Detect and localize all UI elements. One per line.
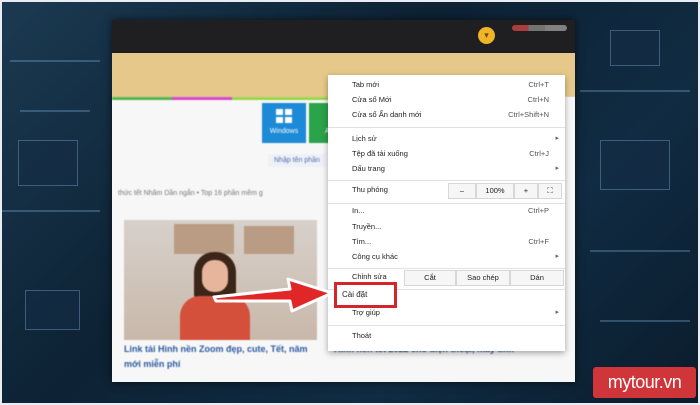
submenu-arrow-icon: ▸ [555, 165, 559, 172]
menu-item-label: Lịch sử [352, 134, 377, 143]
menu-item-print[interactable]: In... Ctrl+P [328, 204, 565, 218]
menu-item-label: Tab mới [352, 80, 380, 89]
color-strip [232, 97, 332, 100]
zoom-label: Thu phóng [352, 185, 388, 194]
category-link[interactable]: Nhập tên phần [268, 154, 326, 167]
menu-shortcut: Ctrl+N [527, 95, 549, 104]
settings-label: Cài đặt [342, 290, 368, 299]
menu-item-label: Cửa sổ Ẩn danh mới [352, 110, 422, 119]
menu-item-label: Cửa sổ Mới [352, 95, 392, 104]
menu-item-label: Công cụ khác [352, 252, 398, 261]
menu-divider [328, 325, 565, 326]
windows-logo-icon [276, 109, 292, 123]
menu-item-new-window[interactable]: Cửa sổ Mới Ctrl+N [328, 93, 565, 107]
submenu-arrow-icon: ▸ [555, 253, 559, 260]
browser-titlebar [112, 20, 575, 53]
color-strip [172, 97, 232, 100]
menu-item-label: In... [352, 206, 365, 215]
menu-item-help[interactable]: Trợ giúp ▸ [328, 306, 565, 320]
menu-item-exit[interactable]: Thoát [328, 329, 565, 343]
menu-item-label: Trợ giúp [352, 308, 380, 317]
menu-shortcut: Ctrl+F [528, 237, 549, 246]
menu-item-find[interactable]: Tìm... Ctrl+F [328, 235, 565, 249]
menu-item-label: Truyền... [352, 222, 382, 231]
menu-item-label: Tệp đã tải xuống [352, 149, 408, 158]
windows-tile[interactable]: Windows [262, 103, 306, 143]
cut-button[interactable]: Cắt [404, 270, 456, 286]
menu-shortcut: Ctrl+T [528, 80, 549, 89]
menu-item-bookmarks[interactable]: Dấu trang ▸ [328, 162, 565, 176]
chrome-menu: Tab mới Ctrl+T Cửa sổ Mới Ctrl+N Cửa sổ … [328, 75, 565, 351]
menu-divider [328, 180, 565, 181]
menu-item-label: Dấu trang [352, 164, 385, 173]
menu-item-settings[interactable]: Cài đặt [334, 282, 397, 308]
article-caption[interactable]: Link tải Hình nền Zoom đẹp, cute, Tết, n… [124, 342, 324, 372]
menu-divider [328, 127, 565, 128]
copy-button[interactable]: Sao chép [456, 270, 510, 286]
menu-item-cast[interactable]: Truyền... [328, 220, 565, 234]
menu-item-more-tools[interactable]: Công cụ khác ▸ [328, 250, 565, 264]
menu-item-label: Tìm... [352, 237, 372, 246]
zoom-in-button[interactable]: + [514, 183, 538, 199]
tile-label: Windows [269, 128, 299, 135]
menu-item-downloads[interactable]: Tệp đã tải xuống Ctrl+J [328, 147, 565, 161]
color-strip [112, 97, 172, 100]
paste-button[interactable]: Dán [510, 270, 564, 286]
edit-label: Chỉnh sửa [352, 272, 387, 281]
bookshelf [244, 226, 294, 254]
download-badge-icon[interactable]: ▾ [478, 27, 495, 44]
menu-shortcut: Ctrl+J [529, 149, 549, 158]
mytour-watermark-logo: mytour.vn [593, 367, 696, 398]
menu-divider [328, 268, 565, 269]
bookshelf [174, 224, 234, 254]
submenu-arrow-icon: ▸ [555, 135, 559, 142]
zoom-row: Thu phóng – 100% + ⛶ [328, 183, 565, 200]
zoom-level: 100% [476, 183, 514, 199]
menu-item-new-tab[interactable]: Tab mới Ctrl+T [328, 78, 565, 92]
window-controls[interactable] [512, 25, 567, 31]
red-pointer-arrow-icon [212, 277, 334, 313]
menu-shortcut: Ctrl+Shift+N [508, 110, 549, 119]
fullscreen-icon[interactable]: ⛶ [538, 183, 562, 199]
menu-shortcut: Ctrl+P [527, 206, 549, 215]
menu-item-label: Thoát [352, 331, 372, 340]
submenu-arrow-icon: ▸ [555, 309, 559, 316]
menu-item-incognito[interactable]: Cửa sổ Ẩn danh mới Ctrl+Shift+N [328, 108, 565, 122]
zoom-out-button[interactable]: – [448, 183, 476, 199]
menu-item-history[interactable]: Lịch sử ▸ [328, 132, 565, 146]
